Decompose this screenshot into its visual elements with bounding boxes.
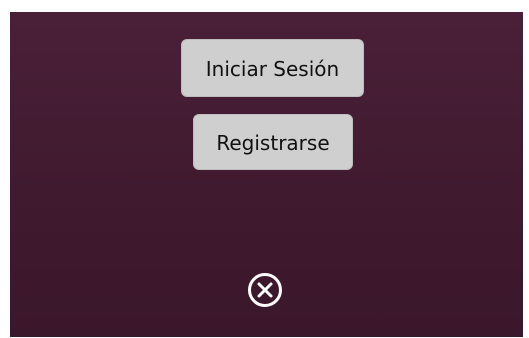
register-button[interactable]: Registrarse (193, 114, 353, 170)
close-button[interactable] (247, 272, 283, 308)
menu-panel: Iniciar Sesión Registrarse (10, 12, 523, 337)
login-button[interactable]: Iniciar Sesión (181, 39, 364, 97)
close-circle-icon (247, 272, 283, 308)
